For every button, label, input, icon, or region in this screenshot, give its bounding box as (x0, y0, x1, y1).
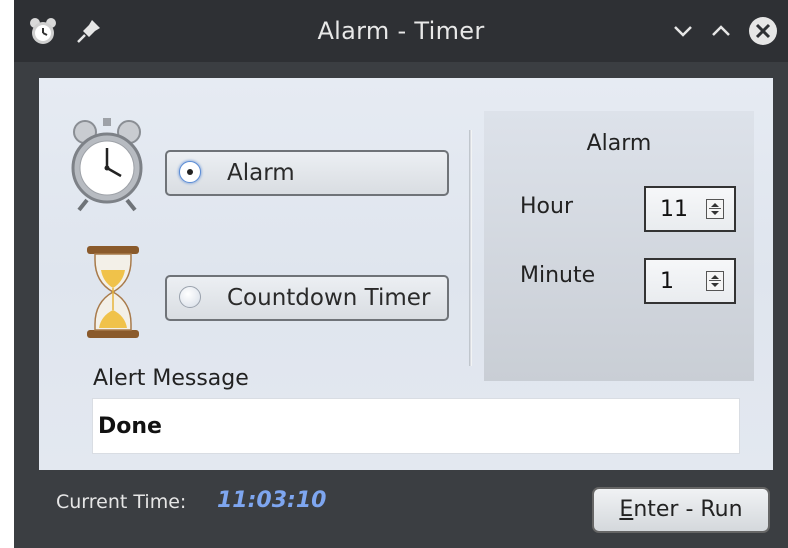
run-button-accelerator: E (619, 497, 634, 522)
alarm-clock-icon (67, 112, 147, 212)
alarm-mode-radio[interactable]: Alarm (165, 150, 449, 196)
hour-label: Hour (520, 194, 573, 219)
chevron-up-icon[interactable] (704, 14, 738, 48)
current-time-label: Current Time: (56, 491, 187, 513)
countdown-mode-radio[interactable]: Countdown Timer (165, 275, 449, 321)
countdown-mode-label: Countdown Timer (227, 285, 431, 311)
title-bar: Alarm - Timer (14, 0, 788, 62)
alarm-mode-label: Alarm (227, 160, 295, 186)
hour-spinbox[interactable]: 11 (644, 186, 736, 232)
minute-stepper-arrows[interactable] (706, 271, 724, 291)
vertical-divider (469, 130, 472, 366)
alert-message-field[interactable] (92, 398, 740, 454)
minute-spinbox[interactable]: 1 (644, 258, 736, 304)
hour-stepper-arrows[interactable] (706, 199, 724, 219)
alarm-panel-title: Alarm (586, 131, 652, 156)
current-time-value: 11:03:10 (217, 488, 327, 513)
alarm-settings-panel: Alarm Hour 11 Minute 1 (484, 111, 754, 381)
radio-indicator[interactable] (179, 161, 201, 183)
close-icon[interactable] (746, 14, 780, 48)
radio-indicator[interactable] (179, 286, 201, 308)
hour-value: 11 (660, 197, 688, 222)
hourglass-icon (85, 244, 141, 340)
enter-run-button[interactable]: Enter - Run (592, 487, 770, 533)
minute-value: 1 (660, 269, 674, 294)
main-panel: Alarm Countdown Timer Alarm Hour 11 Minu… (39, 78, 773, 470)
chevron-down-icon[interactable] (666, 14, 700, 48)
minute-label: Minute (520, 263, 596, 288)
run-button-label: nter - Run (633, 497, 743, 522)
alarm-timer-window: Alarm - Timer Alarm Countdown Timer Alar… (14, 0, 788, 548)
alert-message-label: Alert Message (93, 366, 249, 391)
